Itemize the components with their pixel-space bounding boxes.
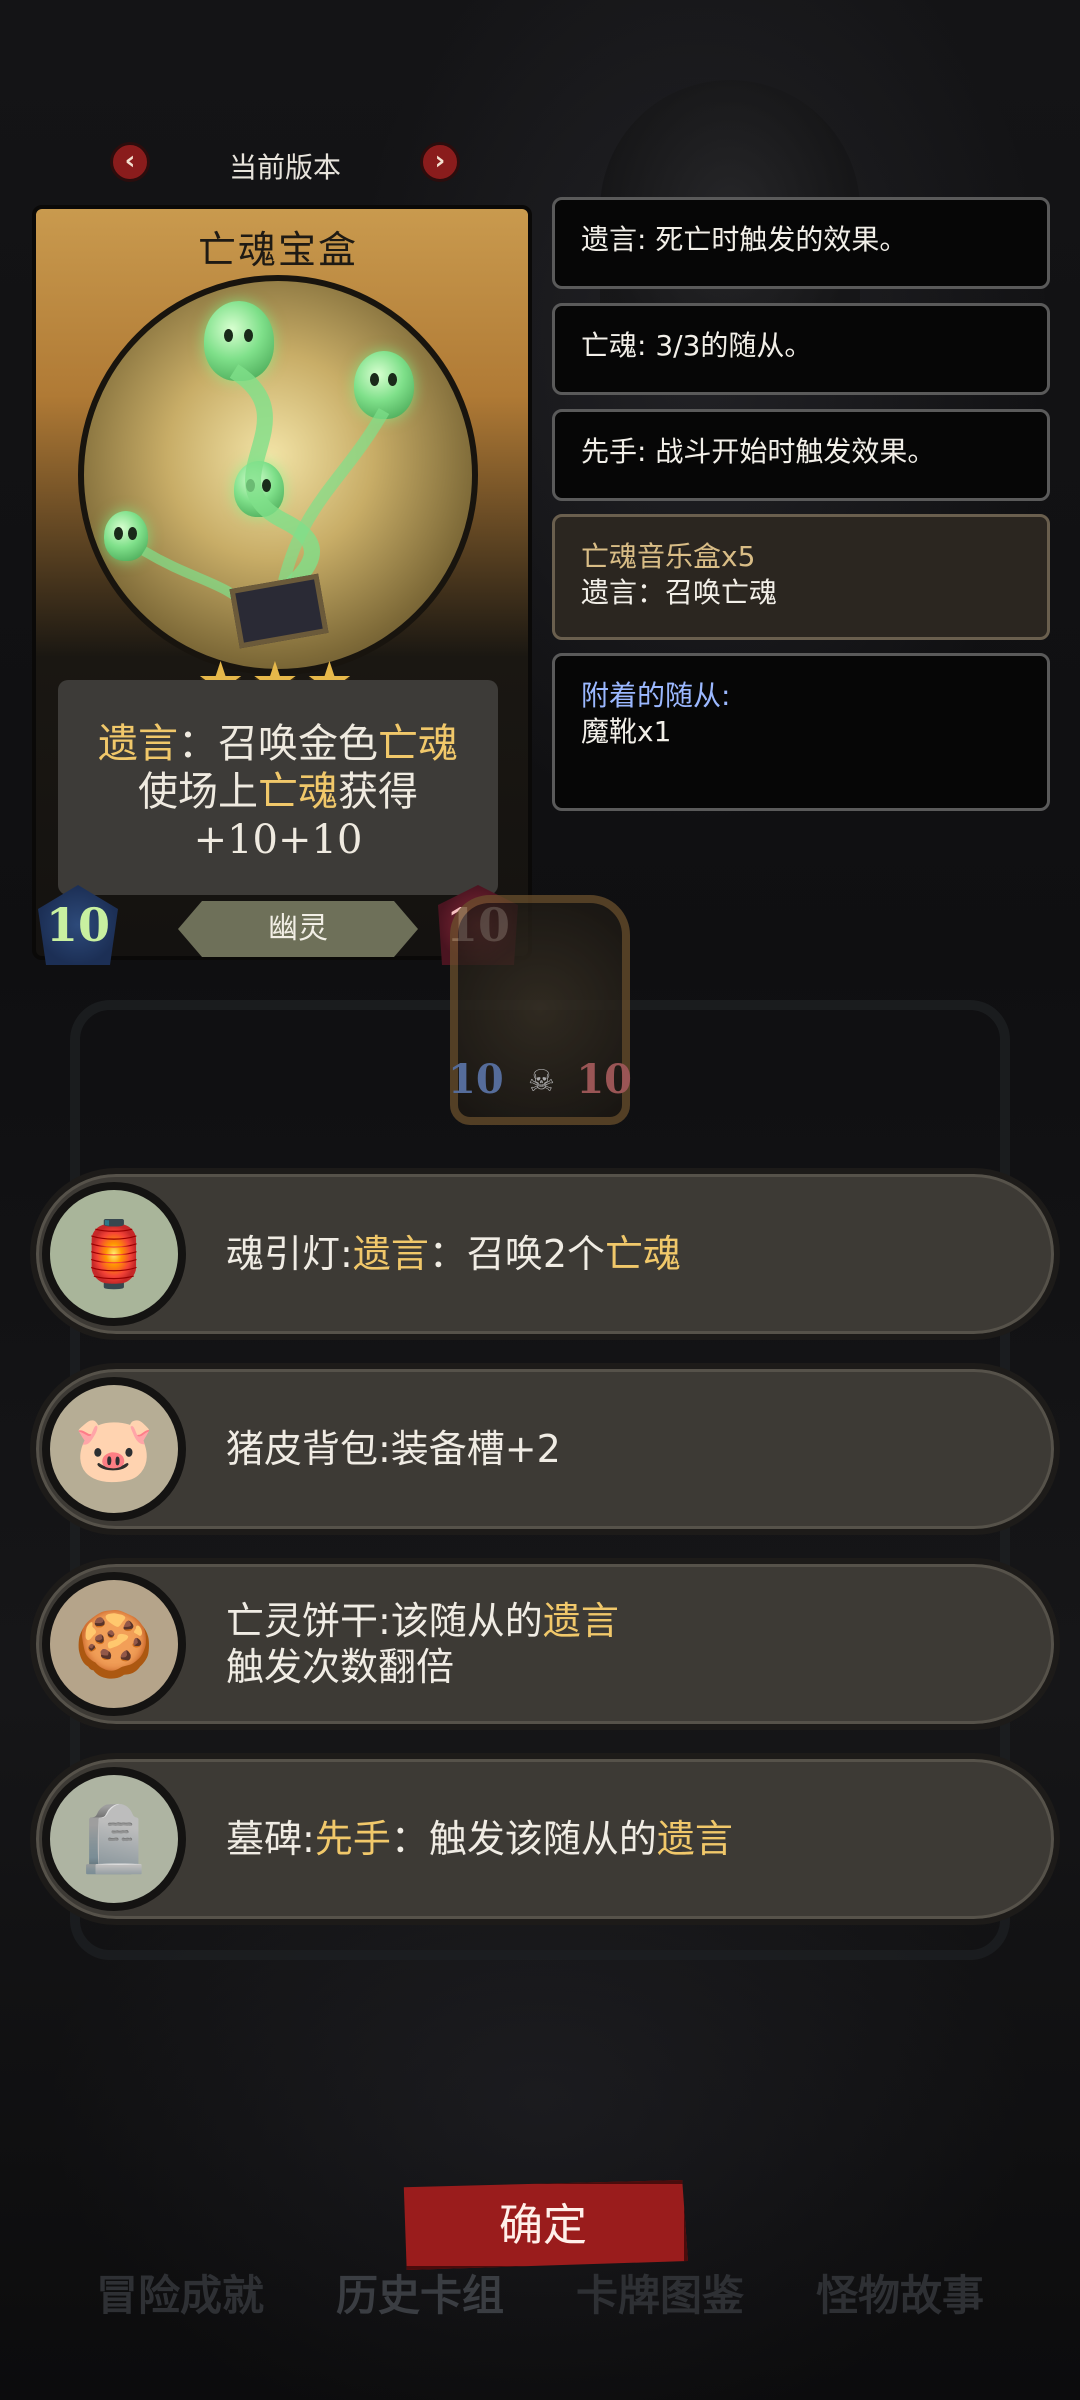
summon-info-panel: 亡魂音乐盒x5 遗言：召唤亡魂 [552, 514, 1050, 640]
confirm-button[interactable]: 确定 [403, 2180, 688, 2270]
keyword-first-strike: 先手 [314, 1817, 391, 1861]
minion-card: 亡魂宝盒 ★★★ 遗言：召唤金色亡魂 使场上亡魂获得 +10+10 10 幽灵 … [18, 205, 538, 970]
keyword-text: 亡魂: 3/3的随从。 [581, 329, 813, 362]
keyword-deathrattle: 遗言 [98, 721, 178, 767]
keyword-panel: 遗言: 死亡时触发的效果。 [552, 197, 1050, 289]
skull-cookie-icon: 🍪 [42, 1572, 186, 1716]
keyword-soul: 亡魂 [605, 1232, 682, 1276]
keyword-panel: 亡魂: 3/3的随从。 [552, 303, 1050, 395]
tab-achievements[interactable]: 冒险成就 [96, 2262, 264, 2322]
card-description: 遗言：召唤金色亡魂 使场上亡魂获得 +10+10 [58, 680, 498, 895]
keyword-deathrattle: 遗言 [542, 1599, 619, 1643]
summon-text: 遗言：召唤亡魂 [581, 576, 778, 609]
attached-title: 附着的随从: [581, 679, 731, 712]
tombstone-icon: 🪦 [42, 1767, 186, 1911]
keyword-soul: 亡魂 [258, 769, 338, 815]
keyword-soul: 亡魂 [378, 721, 458, 767]
equipment-item[interactable]: 🍪 亡灵饼干:该随从的遗言 触发次数翻倍 [30, 1558, 1060, 1730]
attached-text: 魔靴x1 [581, 715, 672, 748]
tribe-label: 幽灵 [178, 901, 418, 957]
keyword-text: 遗言: 死亡时触发的效果。 [581, 223, 908, 256]
attack-stat: 10 [38, 885, 118, 965]
equipment-item[interactable]: 🐷 猪皮背包:装备槽+2 [30, 1363, 1060, 1535]
next-version-button[interactable]: › [420, 142, 460, 182]
keyword-deathrattle: 遗言 [352, 1232, 429, 1276]
pig-backpack-icon: 🐷 [42, 1377, 186, 1521]
lantern-icon: 🏮 [42, 1182, 186, 1326]
buff-value: +10+10 [193, 817, 363, 863]
desc-text: ：触发该随从的 [390, 1817, 657, 1861]
tab-monster-stories[interactable]: 怪物故事 [816, 2262, 984, 2322]
version-switcher: ‹ 当前版本 › [110, 142, 460, 186]
equipment-name: 魂引灯: [226, 1232, 353, 1276]
tab-history-decks[interactable]: 历史卡组 [336, 2262, 504, 2322]
mini-attack: 10 [448, 1056, 504, 1103]
chevron-right-icon: › [434, 146, 446, 176]
bottom-tab-bar: 冒险成就 历史卡组 卡牌图鉴 怪物故事 [0, 2262, 1080, 2322]
equipment-description: 墓碑:先手：触发该随从的遗言 [226, 1759, 994, 1919]
equipment-description: 亡灵饼干:该随从的遗言 触发次数翻倍 [226, 1564, 994, 1724]
desc-text: ：召唤金色 [178, 721, 378, 767]
equipment-item[interactable]: 🪦 墓碑:先手：触发该随从的遗言 [30, 1753, 1060, 1925]
skull-icon: ☠ [528, 1064, 555, 1099]
keyword-deathrattle: 遗言 [656, 1817, 733, 1861]
card-title: 亡魂宝盒 [197, 228, 358, 272]
equipment-description: 猪皮背包:装备槽+2 [226, 1369, 994, 1529]
desc-text: 获得 [338, 769, 418, 815]
card-art [78, 275, 478, 675]
card-stats-bar: 10 幽灵 10 [38, 885, 518, 965]
version-label: 当前版本 [228, 151, 341, 184]
desc-text: 触发次数翻倍 [226, 1645, 455, 1689]
keyword-panel: 先手: 战斗开始时触发效果。 [552, 409, 1050, 501]
desc-text: ：召唤2个 [428, 1232, 606, 1276]
desc-text: 使场上 [138, 769, 258, 815]
mini-health: 10 [576, 1056, 632, 1103]
equipment-name: 猪皮背包:装备槽+2 [226, 1427, 561, 1471]
equipment-name: 亡灵饼干:该随从的 [226, 1599, 543, 1643]
equipment-item[interactable]: 🏮 魂引灯:遗言：召唤2个亡魂 [30, 1168, 1060, 1340]
equipment-description: 魂引灯:遗言：召唤2个亡魂 [226, 1174, 994, 1334]
attached-minion-panel: 附着的随从: 魔靴x1 [552, 653, 1050, 811]
keyword-text: 先手: 战斗开始时触发效果。 [581, 435, 936, 468]
tab-card-collection[interactable]: 卡牌图鉴 [576, 2262, 744, 2322]
equipment-name: 墓碑: [226, 1817, 315, 1861]
summon-title: 亡魂音乐盒x5 [581, 540, 756, 573]
summoned-minion-card: 10 ☠ 10 [448, 895, 632, 1125]
